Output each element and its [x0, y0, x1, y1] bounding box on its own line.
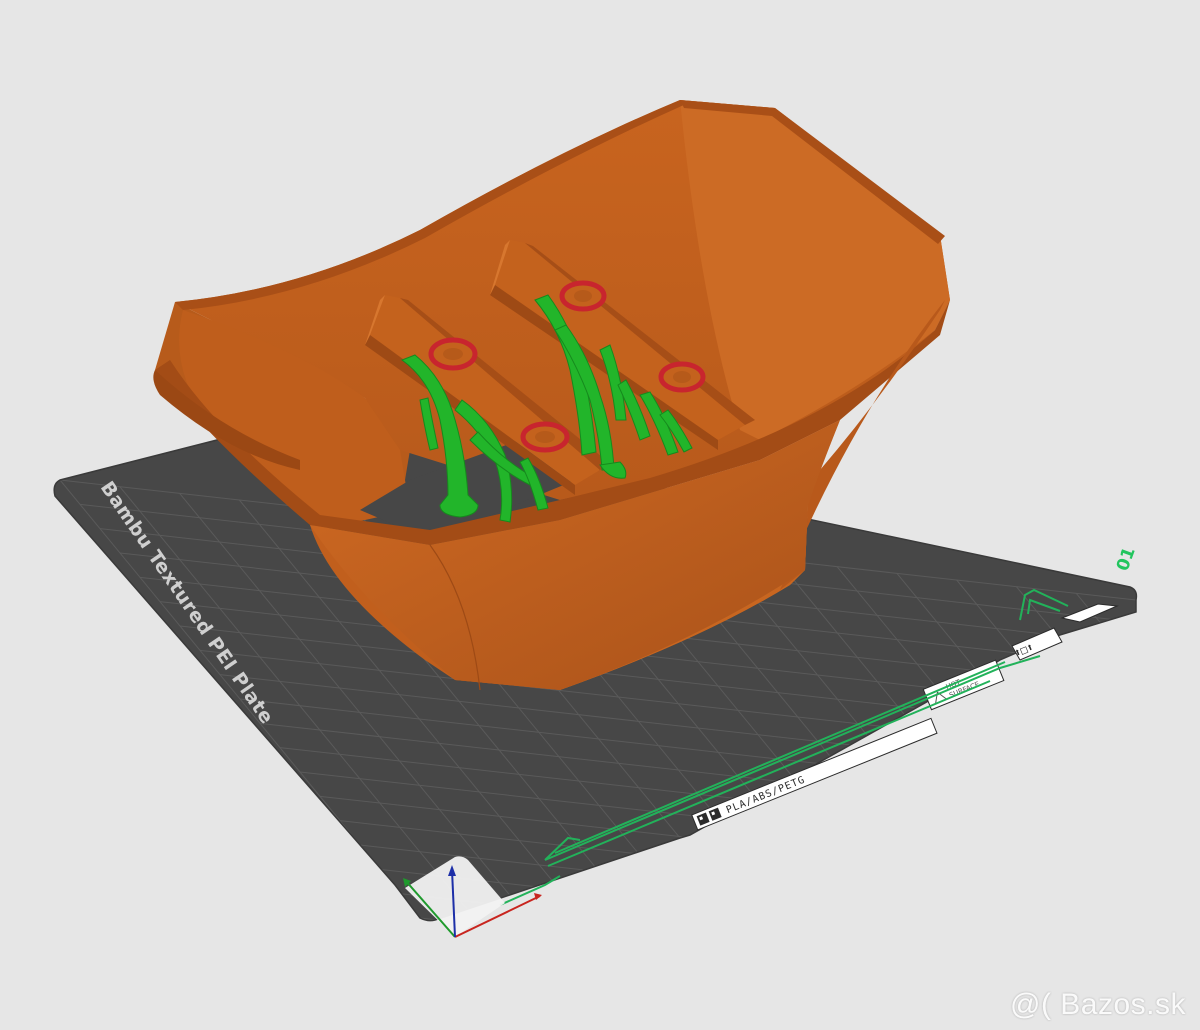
model-ring-4 [520, 421, 570, 453]
model-ring-1 [428, 337, 478, 371]
plate-number: 01 [1113, 545, 1140, 574]
model-ring-2 [559, 280, 607, 312]
scene-canvas[interactable]: Bambu Textured PEI Plate 01 ⬆□⬆ HOT SURF… [0, 0, 1200, 1030]
watermark-label: @( Bazos.sk [1010, 988, 1186, 1021]
grid-line [1135, 599, 1137, 921]
grid-line [1016, 586, 1137, 921]
3d-viewport[interactable]: Bambu Textured PEI Plate 01 ⬆□⬆ HOT SURF… [0, 0, 1200, 1030]
model-ring-3 [658, 361, 706, 393]
grid-line [1075, 593, 1137, 921]
